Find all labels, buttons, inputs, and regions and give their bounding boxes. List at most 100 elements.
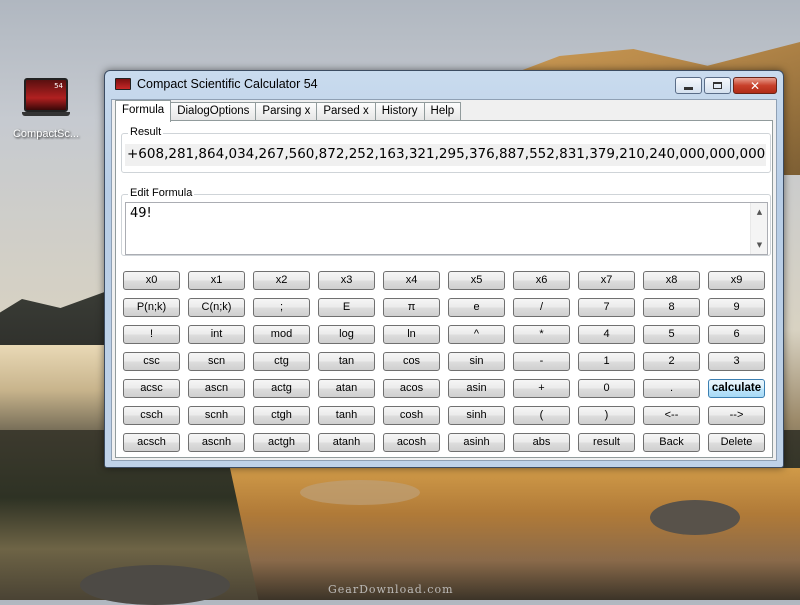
close-icon: ✕ xyxy=(749,78,761,93)
key-delete-button[interactable]: Delete xyxy=(708,433,765,452)
edit-formula-group: Edit Formula 49! ▲ ▼ xyxy=(121,187,771,256)
tab-parsed-x[interactable]: Parsed x xyxy=(316,102,376,121)
key-3-button[interactable]: 3 xyxy=(708,352,765,371)
key-atanh-button[interactable]: atanh xyxy=(318,433,375,452)
key-scnh-button[interactable]: scnh xyxy=(188,406,245,425)
key-sin-button[interactable]: sin xyxy=(448,352,505,371)
key-ctg-button[interactable]: ctg xyxy=(253,352,310,371)
key-scn-button[interactable]: scn xyxy=(188,352,245,371)
wallpaper-stone xyxy=(300,480,420,505)
key-x7-button[interactable]: x7 xyxy=(578,271,635,290)
formula-text: 49! xyxy=(130,206,152,221)
key-e-button[interactable]: e xyxy=(448,298,505,317)
key-actg-button[interactable]: actg xyxy=(253,379,310,398)
scroll-down-icon[interactable]: ▼ xyxy=(751,238,768,252)
key-x3-button[interactable]: x3 xyxy=(318,271,375,290)
key-int-button[interactable]: int xyxy=(188,325,245,344)
key-tan-button[interactable]: tan xyxy=(318,352,375,371)
key-csch-button[interactable]: csch xyxy=(123,406,180,425)
key-sinh-button[interactable]: sinh xyxy=(448,406,505,425)
key-divide-button[interactable]: / xyxy=(513,298,570,317)
key-calculate-button[interactable]: calculate xyxy=(708,379,765,398)
key-actgh-button[interactable]: actgh xyxy=(253,433,310,452)
key-ctgh-button[interactable]: ctgh xyxy=(253,406,310,425)
key-x5-button[interactable]: x5 xyxy=(448,271,505,290)
key-x4-button[interactable]: x4 xyxy=(383,271,440,290)
tab-parsing-x[interactable]: Parsing x xyxy=(255,102,318,121)
key-back-button[interactable]: Back xyxy=(643,433,700,452)
key-x9-button[interactable]: x9 xyxy=(708,271,765,290)
key-x0-button[interactable]: x0 xyxy=(123,271,180,290)
title-bar[interactable]: Compact Scientific Calculator 54 ✕ xyxy=(105,71,783,97)
key-minus-button[interactable]: - xyxy=(513,352,570,371)
result-label: Result xyxy=(128,126,164,138)
key-pi-button[interactable]: π xyxy=(383,298,440,317)
key-e-button[interactable]: E xyxy=(318,298,375,317)
key-semicolon-button[interactable]: ; xyxy=(253,298,310,317)
key-log-button[interactable]: log xyxy=(318,325,375,344)
key-ascnh-button[interactable]: ascnh xyxy=(188,433,245,452)
key-c-n-k-button[interactable]: C(n;k) xyxy=(188,298,245,317)
key-abs-button[interactable]: abs xyxy=(513,433,570,452)
keypad: x0 x1 x2 x3 x4 x5 x6 x7 x8 x9 P(n;k) C(n;k); Eπ e / 7 8 9… xyxy=(123,271,775,452)
key-acsch-button[interactable]: acsch xyxy=(123,433,180,452)
key-tanh-button[interactable]: tanh xyxy=(318,406,375,425)
key-decimal-button[interactable]: . xyxy=(643,379,700,398)
wallpaper-stone xyxy=(80,565,230,605)
key-acsc-button[interactable]: acsc xyxy=(123,379,180,398)
key-ascn-button[interactable]: ascn xyxy=(188,379,245,398)
key-asinh-button[interactable]: asinh xyxy=(448,433,505,452)
key-5-button[interactable]: 5 xyxy=(643,325,700,344)
tab-dialogoptions[interactable]: DialogOptions xyxy=(170,102,257,121)
key-cosh-button[interactable]: cosh xyxy=(383,406,440,425)
result-group: Result +608,281,864,034,267,560,872,252,… xyxy=(121,126,771,173)
key-1-button[interactable]: 1 xyxy=(578,352,635,371)
key-7-button[interactable]: 7 xyxy=(578,298,635,317)
formula-input[interactable]: 49! ▲ ▼ xyxy=(125,202,768,255)
key-p-n-k-button[interactable]: P(n;k) xyxy=(123,298,180,317)
key-acosh-button[interactable]: acosh xyxy=(383,433,440,452)
key-2-button[interactable]: 2 xyxy=(643,352,700,371)
key-csc-button[interactable]: csc xyxy=(123,352,180,371)
key-cos-button[interactable]: cos xyxy=(383,352,440,371)
key-close-paren-button[interactable]: ) xyxy=(578,406,635,425)
key-cursor-left-button[interactable]: <-- xyxy=(643,406,700,425)
laptop-icon: 54 xyxy=(24,78,68,112)
minimize-button[interactable] xyxy=(675,77,702,94)
wallpaper-stone xyxy=(650,500,740,535)
key-acos-button[interactable]: acos xyxy=(383,379,440,398)
tab-help[interactable]: Help xyxy=(423,102,462,121)
tab-formula[interactable]: Formula xyxy=(115,100,172,122)
key-6-button[interactable]: 6 xyxy=(708,325,765,344)
close-button[interactable]: ✕ xyxy=(733,77,777,94)
key-9-button[interactable]: 9 xyxy=(708,298,765,317)
key-x6-button[interactable]: x6 xyxy=(513,271,570,290)
maximize-button[interactable] xyxy=(704,77,731,94)
key-4-button[interactable]: 4 xyxy=(578,325,635,344)
key-0-button[interactable]: 0 xyxy=(578,379,635,398)
key-x1-button[interactable]: x1 xyxy=(188,271,245,290)
key-plus-button[interactable]: + xyxy=(513,379,570,398)
scroll-up-icon[interactable]: ▲ xyxy=(751,205,768,219)
key-x2-button[interactable]: x2 xyxy=(253,271,310,290)
key-x8-button[interactable]: x8 xyxy=(643,271,700,290)
key-open-paren-button[interactable]: ( xyxy=(513,406,570,425)
window-client-area: Formula DialogOptions Parsing x Parsed x His… xyxy=(111,99,777,461)
key-ln-button[interactable]: ln xyxy=(383,325,440,344)
key-cursor-right-button[interactable]: --> xyxy=(708,406,765,425)
key-mod-button[interactable]: mod xyxy=(253,325,310,344)
key-factorial-button[interactable]: ! xyxy=(123,325,180,344)
key-asin-button[interactable]: asin xyxy=(448,379,505,398)
tab-history[interactable]: History xyxy=(374,102,425,121)
key-power-button[interactable]: ^ xyxy=(448,325,505,344)
laptop-base xyxy=(22,112,70,116)
window-title: Compact Scientific Calculator 54 xyxy=(137,77,318,91)
desktop-shortcut-compactsc[interactable]: 54 CompactSc... xyxy=(6,78,86,140)
window-controls: ✕ xyxy=(675,77,777,94)
key-multiply-button[interactable]: * xyxy=(513,325,570,344)
key-8-button[interactable]: 8 xyxy=(643,298,700,317)
key-atan-button[interactable]: atan xyxy=(318,379,375,398)
formula-scrollbar[interactable]: ▲ ▼ xyxy=(750,203,767,254)
wallpaper-lake xyxy=(0,345,110,435)
key-result-button[interactable]: result xyxy=(578,433,635,452)
